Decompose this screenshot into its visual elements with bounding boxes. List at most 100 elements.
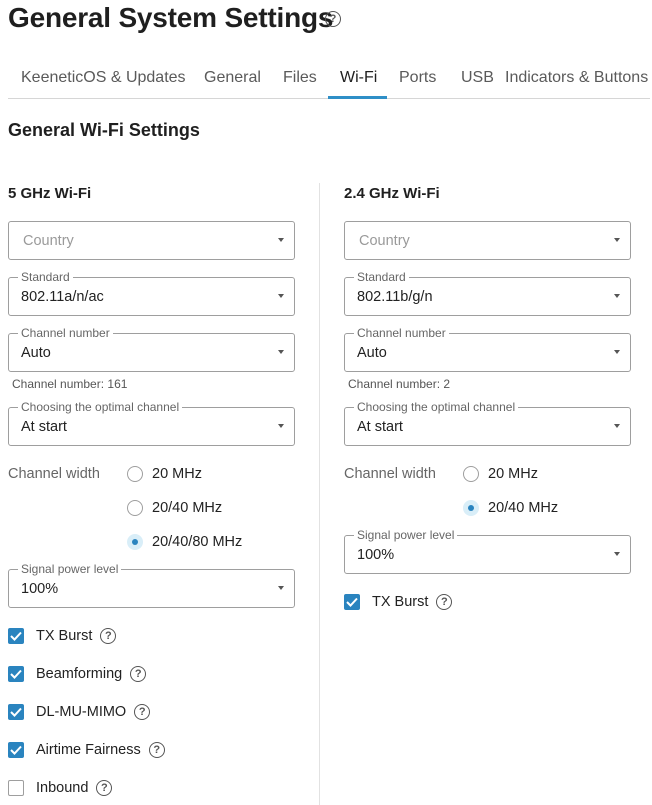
checkbox-label: TX Burst [372, 594, 429, 610]
wifi5-optimal-channel-select[interactable]: Choosing the optimal channel At start [8, 400, 295, 446]
help-icon[interactable]: ? [148, 742, 165, 758]
field-label: Signal power level [18, 562, 122, 576]
wifi24-width-20-radio[interactable]: 20 MHz [463, 466, 538, 482]
wifi5-width-20-40-80-radio[interactable]: 20/40/80 MHz [127, 534, 242, 550]
caret-down-icon [278, 586, 284, 590]
caret-down-icon [614, 294, 620, 298]
caret-down-icon [614, 350, 620, 354]
caret-down-icon [278, 350, 284, 354]
help-icon[interactable]: ? [100, 628, 117, 644]
check-icon [10, 631, 22, 641]
field-label: Channel number [354, 326, 449, 340]
field-label: Channel number [18, 326, 113, 340]
checkbox[interactable] [8, 742, 24, 758]
tab-indicators-buttons[interactable]: Indicators & Buttons [505, 69, 648, 87]
tab-files[interactable]: Files [283, 69, 317, 87]
tab-wifi[interactable]: Wi-Fi [340, 69, 377, 87]
tab-ports[interactable]: Ports [399, 69, 436, 87]
radio-label: 20 MHz [152, 466, 202, 482]
wifi5-signal-power-select[interactable]: Signal power level 100% [8, 562, 295, 608]
radio-button[interactable] [463, 466, 479, 482]
wifi5-dl-mu-mimo-checkbox[interactable]: DL-MU-MIMO ? [8, 704, 151, 720]
radio-button[interactable] [463, 500, 479, 516]
wifi24-channel-select[interactable]: Channel number Auto [344, 326, 631, 372]
check-icon [10, 745, 22, 755]
wifi24-tx-burst-checkbox[interactable]: TX Burst ? [344, 594, 453, 610]
radio-label: 20/40 MHz [152, 500, 223, 516]
field-value: 100% [357, 547, 395, 563]
country-placeholder: Country [359, 233, 410, 249]
wifi5-title: 5 GHz Wi-Fi [8, 185, 92, 202]
field-label: Standard [354, 270, 409, 284]
wifi5-channel-width-label: Channel width [8, 466, 100, 482]
help-icon[interactable]: ? [130, 666, 147, 682]
checkbox-label: DL-MU-MIMO [36, 704, 127, 720]
field-label: Choosing the optimal channel [18, 400, 183, 414]
checkbox-label: Beamforming [36, 666, 123, 682]
caret-down-icon [278, 238, 284, 242]
checkbox[interactable] [344, 594, 360, 610]
wifi24-signal-power-select[interactable]: Signal power level 100% [344, 528, 631, 574]
radio-button[interactable] [127, 500, 143, 516]
wifi5-beamforming-checkbox[interactable]: Beamforming ? [8, 666, 147, 682]
caret-down-icon [614, 238, 620, 242]
help-icon[interactable]: ? [134, 704, 151, 720]
wifi5-inbound-checkbox[interactable]: Inbound ? [8, 780, 113, 796]
field-value: 100% [21, 581, 59, 597]
check-icon [346, 597, 358, 607]
caret-down-icon [614, 552, 620, 556]
field-value: Auto [21, 345, 51, 361]
wifi5-tx-burst-checkbox[interactable]: TX Burst ? [8, 628, 117, 644]
wifi24-width-20-40-radio[interactable]: 20/40 MHz [463, 500, 558, 516]
check-icon [10, 707, 22, 717]
field-value: At start [21, 419, 67, 435]
radio-label: 20 MHz [488, 466, 538, 482]
wifi5-country-select[interactable]: Country [8, 221, 295, 260]
radio-button[interactable] [127, 466, 143, 482]
field-label: Standard [18, 270, 73, 284]
tab-general[interactable]: General [204, 69, 261, 87]
column-divider [319, 183, 320, 805]
wifi5-width-20-radio[interactable]: 20 MHz [127, 466, 202, 482]
section-title: General Wi-Fi Settings [8, 120, 200, 140]
wifi24-country-select[interactable]: Country [344, 221, 631, 260]
caret-down-icon [278, 424, 284, 428]
wifi24-standard-select[interactable]: Standard 802.11b/g/n [344, 270, 631, 316]
checkbox-label: Inbound [36, 780, 89, 796]
checkbox[interactable] [8, 780, 24, 796]
field-label: Choosing the optimal channel [354, 400, 519, 414]
checkbox-label: Airtime Fairness [36, 742, 141, 758]
field-label: Signal power level [354, 528, 458, 542]
field-value: 802.11b/g/n [357, 289, 433, 305]
country-placeholder: Country [23, 233, 74, 249]
check-icon [10, 669, 22, 679]
field-value: At start [357, 419, 403, 435]
checkbox[interactable] [8, 666, 24, 682]
tab-usb[interactable]: USB [461, 69, 494, 87]
field-value: Auto [357, 345, 387, 361]
help-icon[interactable]: ? [96, 780, 113, 796]
caret-down-icon [614, 424, 620, 428]
tab-keeneticos-updates[interactable]: KeeneticOS & Updates [21, 69, 186, 87]
page-title: General System Settings [8, 2, 334, 33]
radio-label: 20/40/80 MHz [152, 534, 243, 550]
wifi5-channel-hint: Channel number: 161 [12, 377, 128, 391]
tab-bar: KeeneticOS & Updates General Files Wi-Fi… [8, 58, 650, 99]
radio-button[interactable] [127, 534, 143, 550]
help-icon[interactable]: ? [436, 594, 453, 610]
wifi24-title: 2.4 GHz Wi-Fi [344, 185, 440, 202]
checkbox[interactable] [8, 704, 24, 720]
checkbox[interactable] [8, 628, 24, 644]
wifi24-channel-width-label: Channel width [344, 466, 436, 482]
active-tab-indicator [328, 96, 387, 99]
help-icon[interactable]: ? [325, 11, 341, 27]
wifi24-channel-hint: Channel number: 2 [348, 377, 451, 391]
wifi5-standard-select[interactable]: Standard 802.11a/n/ac [8, 270, 295, 316]
caret-down-icon [278, 294, 284, 298]
wifi5-airtime-fairness-checkbox[interactable]: Airtime Fairness ? [8, 742, 165, 758]
wifi5-channel-select[interactable]: Channel number Auto [8, 326, 295, 372]
field-value: 802.11a/n/ac [21, 289, 104, 305]
radio-label: 20/40 MHz [488, 500, 559, 516]
wifi24-optimal-channel-select[interactable]: Choosing the optimal channel At start [344, 400, 631, 446]
wifi5-width-20-40-radio[interactable]: 20/40 MHz [127, 500, 222, 516]
